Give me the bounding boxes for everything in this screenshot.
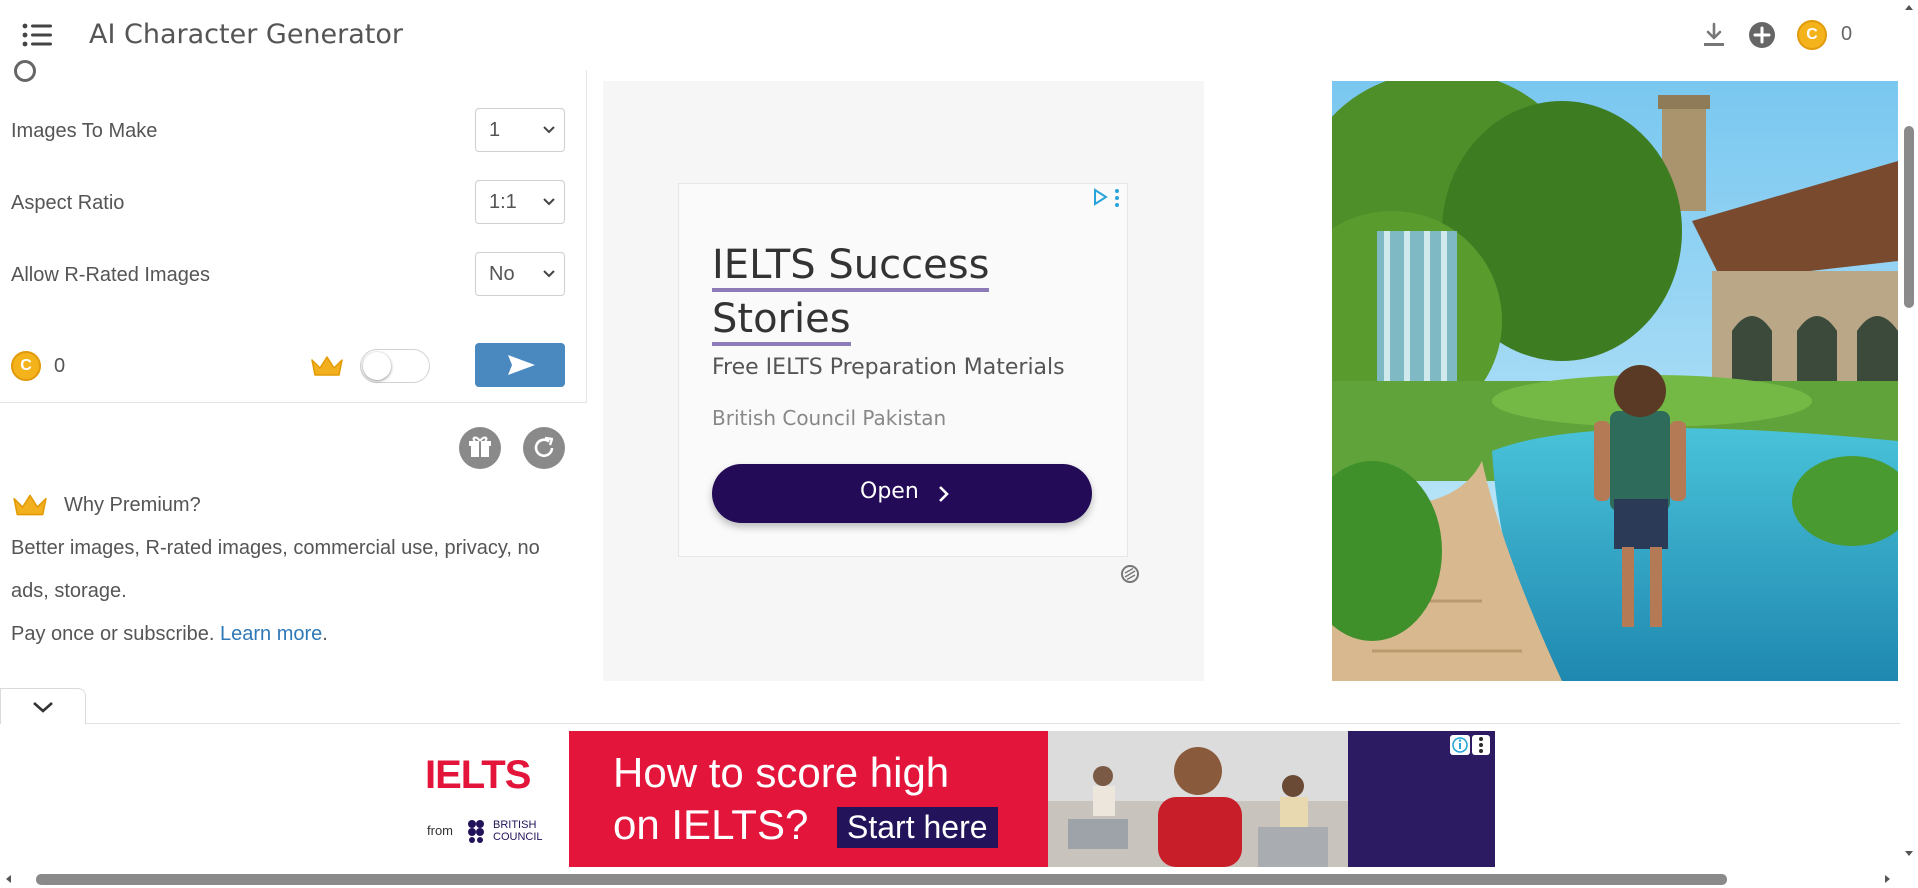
- aspect-ratio-value: 1:1: [489, 191, 517, 213]
- scroll-down-arrow-icon[interactable]: [1904, 850, 1914, 858]
- generate-button[interactable]: [475, 343, 565, 387]
- premium-line-3-text: Pay once or subscribe.: [11, 623, 215, 645]
- crown-icon: [12, 492, 48, 518]
- premium-title: Why Premium?: [64, 494, 201, 516]
- british-council-icon: [467, 819, 491, 843]
- panel-coin-count: 0: [54, 355, 66, 377]
- horizontal-scrollbar[interactable]: [0, 870, 1900, 888]
- premium-line-1: Better images, R-rated images, commercia…: [11, 537, 540, 559]
- ad-card[interactable]: IELTS Success Stories Free IELTS Prepara…: [678, 183, 1128, 557]
- ad-block-icon[interactable]: [1120, 564, 1140, 584]
- allow-r-rated-label: Allow R-Rated Images: [11, 264, 210, 286]
- logo-brand: BRITISH COUNCIL: [493, 819, 543, 843]
- settings-panel: Images To Make 1 Aspect Ratio 1:1 Allow …: [0, 60, 587, 403]
- add-circle-icon[interactable]: [1748, 21, 1776, 49]
- images-to-make-value: 1: [489, 119, 501, 141]
- ad-open-label: Open: [860, 479, 919, 504]
- app-header: AI Character Generator C 0: [0, 0, 1900, 70]
- download-icon[interactable]: [1702, 22, 1726, 48]
- horizontal-scroll-thumb[interactable]: [36, 874, 1727, 885]
- gift-button[interactable]: [459, 427, 501, 469]
- banner-cta[interactable]: Start here: [837, 807, 998, 848]
- generated-image-illustration: [1332, 81, 1898, 681]
- ielts-logo: IELTS from BRITISH COUNCIL: [403, 731, 569, 867]
- vertical-scroll-thumb[interactable]: [1904, 126, 1914, 308]
- learn-more-link[interactable]: Learn more: [220, 623, 322, 645]
- coin-icon: C: [11, 351, 41, 381]
- ad-headline[interactable]: IELTS Success Stories: [712, 238, 1042, 346]
- banner-photo: [1048, 731, 1348, 867]
- logo-brand-2: COUNCIL: [493, 831, 543, 843]
- collapse-panel-button[interactable]: [0, 688, 86, 724]
- ad-subtitle: Free IELTS Preparation Materials: [712, 355, 1065, 380]
- banner-line-1: How to score high: [613, 749, 950, 796]
- images-to-make-select[interactable]: 1: [475, 108, 565, 152]
- aspect-ratio-select[interactable]: 1:1: [475, 180, 565, 224]
- ielts-logo-text: IELTS: [425, 753, 531, 797]
- chevron-down-icon: [543, 198, 555, 206]
- premium-toggle[interactable]: [360, 349, 430, 383]
- adchoices-icon[interactable]: [1091, 188, 1109, 206]
- partial-icon: [14, 60, 36, 82]
- banner-line-2: on IELTS?: [613, 801, 809, 848]
- toggle-knob: [363, 352, 391, 380]
- chevron-down-icon: [543, 126, 555, 134]
- chevron-right-icon: [939, 486, 949, 502]
- gift-icon: [469, 436, 491, 457]
- scroll-right-arrow-icon[interactable]: [1884, 874, 1892, 884]
- header-coin-count: 0: [1841, 23, 1853, 45]
- banner-headline-area: How to score high on IELTS? Start here: [569, 731, 1048, 867]
- menu-icon[interactable]: [22, 22, 52, 48]
- refresh-icon: [534, 436, 554, 457]
- send-icon: [508, 355, 535, 375]
- premium-line-3: Pay once or subscribe. Learn more.: [11, 613, 328, 656]
- logo-from: from: [427, 823, 453, 838]
- allow-r-rated-select[interactable]: No: [475, 252, 565, 296]
- crown-icon: [310, 354, 344, 378]
- aspect-ratio-label: Aspect Ratio: [11, 192, 125, 214]
- coin-icon: C: [1797, 20, 1827, 50]
- banner-ad[interactable]: IELTS from BRITISH COUNCIL How to score …: [403, 731, 1495, 867]
- ad-brand: British Council Pakistan: [712, 406, 947, 430]
- ad-headline-1: IELTS Success: [712, 242, 990, 292]
- allow-r-rated-value: No: [489, 263, 515, 285]
- ad-headline-2: Stories: [712, 296, 851, 346]
- chevron-down-icon: [543, 270, 555, 278]
- logo-brand-1: BRITISH: [493, 819, 537, 831]
- images-to-make-label: Images To Make: [11, 120, 158, 142]
- generated-image[interactable]: [1332, 81, 1898, 681]
- refresh-button[interactable]: [523, 427, 565, 469]
- app-title: AI Character Generator: [89, 19, 404, 50]
- ad-open-button[interactable]: Open: [712, 464, 1092, 523]
- ad-info-icon[interactable]: [1450, 735, 1470, 755]
- more-vert-icon[interactable]: [1472, 735, 1490, 755]
- vertical-scrollbar[interactable]: [1900, 0, 1918, 888]
- banner-purple-panel: [1348, 731, 1495, 867]
- scroll-up-arrow-icon[interactable]: [1904, 3, 1914, 11]
- divider: [86, 723, 1900, 724]
- chevron-down-icon: [33, 702, 53, 713]
- scroll-left-arrow-icon[interactable]: [4, 874, 12, 884]
- premium-line-2: ads, storage.: [11, 580, 127, 602]
- premium-period: .: [322, 623, 328, 645]
- more-vert-icon[interactable]: [1113, 188, 1121, 208]
